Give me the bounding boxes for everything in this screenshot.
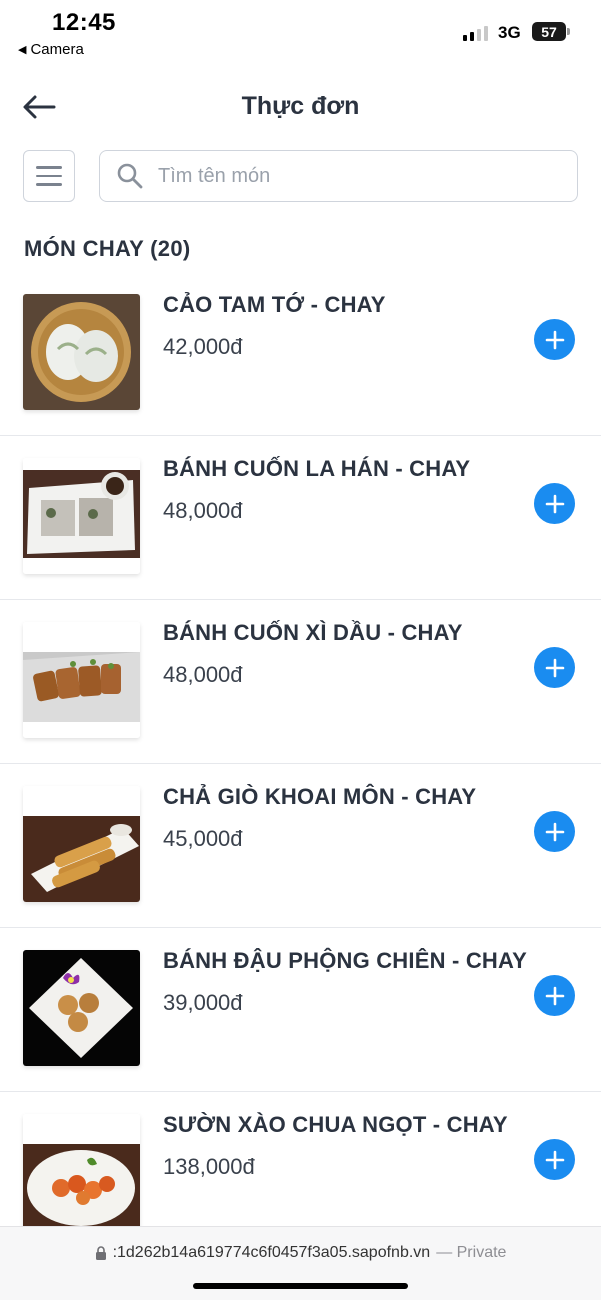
- plus-icon: [545, 822, 564, 841]
- item-price: 45,000đ: [163, 826, 243, 851]
- section-title: MÓN CHAY (20): [24, 236, 191, 261]
- cellular-signal-icon: [463, 25, 488, 41]
- item-image: [23, 950, 140, 1066]
- item-image: [23, 458, 140, 574]
- plus-icon: [545, 330, 564, 349]
- search-input[interactable]: [158, 164, 538, 188]
- menu-item[interactable]: BÁNH CUỐN XÌ DẦU - CHAY 48,000đ: [0, 600, 601, 764]
- menu-item[interactable]: CẢO TAM TỚ - CHAY 42,000đ: [0, 272, 601, 436]
- item-price: 48,000đ: [163, 498, 243, 523]
- status-time: 12:45: [52, 9, 116, 36]
- item-name: BÁNH ĐẬU PHỘNG CHIÊN - CHAY: [163, 948, 527, 973]
- browser-bottom-bar: :1d262b14a619774c6f0457f3a05.sapofnb.vn …: [0, 1226, 601, 1300]
- private-label: — Private: [436, 1244, 507, 1261]
- plus-icon: [545, 658, 564, 677]
- lock-icon: [95, 1246, 106, 1260]
- network-type: 3G: [498, 23, 521, 42]
- menu-item[interactable]: BÁNH ĐẬU PHỘNG CHIÊN - CHAY 39,000đ: [0, 928, 601, 1092]
- plus-icon: [545, 986, 564, 1005]
- search-icon: [117, 163, 143, 189]
- add-to-cart-button[interactable]: [534, 647, 575, 688]
- category-menu-button[interactable]: [23, 150, 75, 202]
- back-to-app-link[interactable]: ◀ Camera: [18, 41, 84, 58]
- hamburger-icon: [36, 166, 62, 169]
- url-text: :1d262b14a619774c6f0457f3a05.sapofnb.vn: [112, 1244, 431, 1261]
- plus-icon: [545, 494, 564, 513]
- add-to-cart-button[interactable]: [534, 811, 575, 852]
- back-triangle-icon: ◀: [18, 44, 27, 56]
- item-price: 39,000đ: [163, 990, 243, 1015]
- item-name: SƯỜN XÀO CHUA NGỌT - CHAY: [163, 1112, 508, 1137]
- menu-item[interactable]: CHẢ GIÒ KHOAI MÔN - CHAY 45,000đ: [0, 764, 601, 928]
- plus-icon: [545, 1150, 564, 1169]
- add-to-cart-button[interactable]: [534, 975, 575, 1016]
- item-name: CHẢ GIÒ KHOAI MÔN - CHAY: [163, 784, 477, 809]
- item-image: [23, 622, 140, 738]
- add-to-cart-button[interactable]: [534, 483, 575, 524]
- home-indicator[interactable]: [193, 1283, 408, 1289]
- add-to-cart-button[interactable]: [534, 319, 575, 360]
- page-title: Thực đơn: [241, 92, 360, 120]
- search-box[interactable]: [99, 150, 578, 202]
- item-image: [23, 294, 140, 410]
- add-to-cart-button[interactable]: [534, 1139, 575, 1180]
- item-image: [23, 1114, 140, 1230]
- item-name: CẢO TAM TỚ - CHAY: [163, 292, 386, 317]
- address-bar[interactable]: :1d262b14a619774c6f0457f3a05.sapofnb.vn …: [0, 1244, 601, 1262]
- battery-level: 57: [541, 23, 557, 40]
- item-price: 138,000đ: [163, 1154, 255, 1179]
- menu-item[interactable]: BÁNH CUỐN LA HÁN - CHAY 48,000đ: [0, 436, 601, 600]
- back-app-label: Camera: [30, 41, 84, 58]
- item-name: BÁNH CUỐN XÌ DẦU - CHAY: [163, 620, 463, 645]
- battery-icon: 57: [532, 22, 570, 41]
- item-name: BÁNH CUỐN LA HÁN - CHAY: [163, 456, 471, 481]
- item-price: 48,000đ: [163, 662, 243, 687]
- status-bar: 12:45 ◀ Camera 3G 57: [0, 0, 601, 70]
- page-header: Thực đơn: [0, 78, 601, 138]
- item-price: 42,000đ: [163, 334, 243, 359]
- item-image: [23, 786, 140, 902]
